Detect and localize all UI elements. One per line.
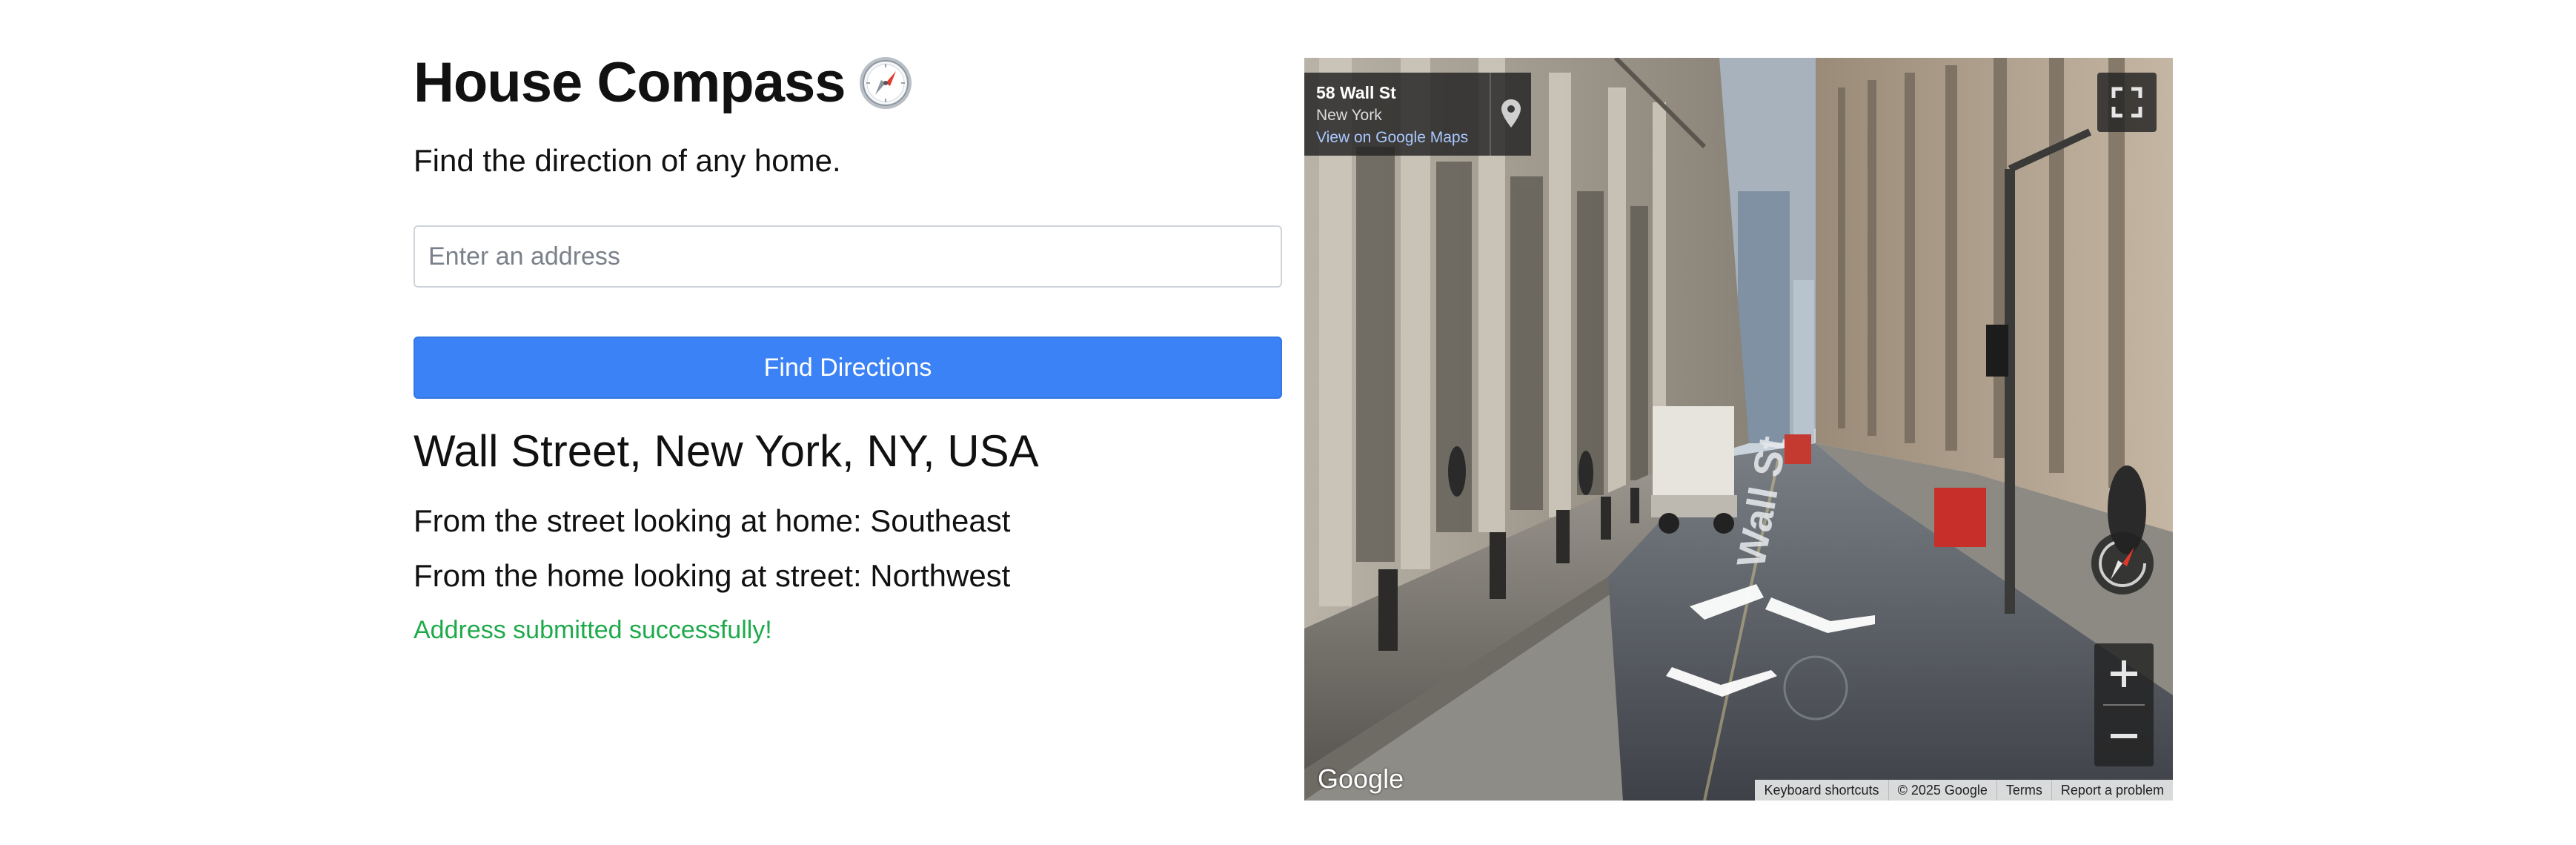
compass-control[interactable] — [2088, 529, 2157, 597]
copyright-text: © 2025 Google — [1888, 780, 1996, 801]
status-message: Address submitted successfully! — [414, 615, 772, 644]
home-to-street-direction: From the home looking at street: Northwe… — [414, 558, 1011, 594]
location-city: New York — [1316, 107, 1382, 124]
attribution-bar: Keyboard shortcuts © 2025 Google Terms R… — [1755, 780, 2173, 801]
terms-link[interactable]: Terms — [1996, 780, 2051, 801]
report-problem-link[interactable]: Report a problem — [2051, 780, 2173, 801]
subtitle: Find the direction of any home. — [414, 143, 841, 178]
street-view-panel[interactable]: Wall St 58 Wall St New York View on Goog… — [1304, 58, 2173, 801]
location-name: 58 Wall St — [1316, 83, 1396, 102]
location-info-box: 58 Wall St New York View on Google Maps — [1304, 73, 1531, 156]
fullscreen-icon — [2111, 87, 2142, 118]
zoom-out-icon — [2111, 734, 2137, 738]
page-title: House Compass — [414, 51, 846, 114]
zoom-in-icon — [2111, 660, 2137, 687]
compass-emoji-icon — [857, 55, 914, 111]
zoom-in-button[interactable] — [2094, 643, 2154, 704]
find-directions-button[interactable]: Find Directions — [414, 337, 1282, 400]
main-panel: House Compass Find the direction of any … — [414, 44, 1282, 645]
zoom-out-button[interactable] — [2094, 706, 2154, 766]
fullscreen-button[interactable] — [2097, 73, 2157, 132]
result-address: Wall Street, New York, NY, USA — [414, 426, 1039, 477]
map-pin-icon[interactable] — [1494, 95, 1528, 133]
street-view-image[interactable]: Wall St — [1304, 58, 2173, 801]
zoom-controls — [2094, 643, 2154, 766]
title-row: House Compass — [414, 44, 1282, 122]
page: House Compass Find the direction of any … — [0, 0, 2576, 845]
view-on-google-maps-link[interactable]: View on Google Maps — [1316, 129, 1468, 147]
keyboard-shortcuts-link[interactable]: Keyboard shortcuts — [1755, 780, 1888, 801]
info-divider — [1490, 73, 1491, 156]
compass-control-icon — [2091, 532, 2154, 594]
google-logo: Google — [1318, 763, 1404, 794]
street-to-home-direction: From the street looking at home: Southea… — [414, 503, 1011, 539]
address-input[interactable] — [414, 225, 1282, 288]
